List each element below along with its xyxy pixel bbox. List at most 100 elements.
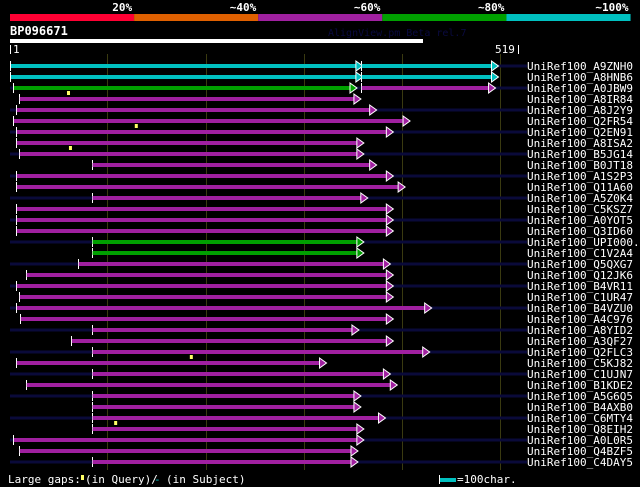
hit-end-arrow [385, 291, 395, 303]
hit-end-arrow [490, 71, 500, 83]
hit-end-arrow [356, 434, 365, 446]
hit-segment[interactable] [361, 64, 492, 68]
identity-scale-segment [506, 14, 631, 21]
hit-end-arrow [385, 313, 395, 325]
hit-segment[interactable] [71, 339, 387, 343]
hit-end-arrow [385, 203, 395, 215]
query-end-label: 519 [495, 43, 515, 56]
hit-segment[interactable] [92, 416, 379, 420]
hit-end-arrow [356, 236, 365, 248]
query-name: BP096671 [10, 24, 68, 38]
hit-end-arrow [385, 269, 395, 281]
hit-segment[interactable] [92, 163, 370, 167]
legend-scale-label: =100char. [457, 473, 517, 486]
hit-segment[interactable] [16, 185, 399, 189]
alignment-row[interactable]: UniRef100_C4DAY5 [10, 456, 633, 469]
hit-segment[interactable] [13, 86, 350, 90]
hit-end-arrow [319, 357, 328, 369]
hit-segment[interactable] [16, 229, 387, 233]
hit-end-arrow [382, 368, 392, 380]
hit-end-arrow [350, 445, 359, 457]
hit-segment[interactable] [19, 295, 387, 299]
hit-end-arrow [369, 159, 378, 171]
hit-name[interactable]: UniRef100_C4DAY5 [527, 456, 633, 469]
hit-end-arrow [490, 60, 500, 72]
query-bar [10, 39, 423, 43]
identity-scale-label: ~100% [595, 1, 628, 14]
hit-end-arrow [350, 456, 359, 468]
identity-scale-label: ~40% [230, 1, 257, 14]
hit-segment[interactable] [92, 196, 361, 200]
hit-segment[interactable] [16, 306, 425, 310]
query-gap-marker [68, 146, 72, 150]
hit-segment[interactable] [19, 97, 354, 101]
hit-segment[interactable] [11, 75, 356, 79]
hit-segment[interactable] [92, 328, 352, 332]
hit-end-arrow [422, 346, 431, 358]
hit-segment[interactable] [13, 119, 404, 123]
hit-segment[interactable] [16, 218, 387, 222]
query-gap-marker [134, 124, 138, 128]
legend-dash: - [154, 473, 161, 486]
hit-segment[interactable] [78, 262, 384, 266]
hit-end-arrow [424, 302, 433, 314]
scale-bar [440, 478, 456, 482]
hit-segment[interactable] [361, 86, 489, 90]
identity-scale-segment [134, 14, 259, 21]
identity-scale-label: ~60% [354, 1, 381, 14]
hit-end-arrow [353, 93, 362, 105]
identity-scale-segment [10, 14, 135, 21]
hit-segment[interactable] [361, 75, 492, 79]
hit-segment[interactable] [16, 207, 387, 211]
query-gap-marker [66, 91, 70, 95]
identity-scale-segment [258, 14, 383, 21]
hit-end-arrow [385, 126, 395, 138]
identity-scale-segment [382, 14, 507, 21]
identity-scale-label: ~80% [478, 1, 505, 14]
hit-segment[interactable] [16, 284, 387, 288]
hit-segment[interactable] [16, 141, 357, 145]
hit-segment[interactable] [19, 449, 351, 453]
legend-in-subject: (in Subject) [166, 473, 245, 486]
hit-end-arrow [353, 401, 362, 413]
hit-end-arrow [397, 181, 406, 193]
alignment-view: 20% ~40% ~60% ~80% ~100% BP096671 AlignView.… [8, 1, 640, 486]
hit-end-arrow [402, 115, 411, 127]
hit-end-arrow [488, 82, 497, 94]
hit-segment[interactable] [92, 372, 384, 376]
hit-segment[interactable] [92, 460, 351, 464]
hit-end-arrow [353, 390, 362, 402]
hit-end-arrow [351, 324, 360, 336]
hit-segment[interactable] [16, 174, 387, 178]
hit-segment[interactable] [92, 240, 357, 244]
hit-segment[interactable] [92, 394, 354, 398]
hit-segment[interactable] [92, 350, 423, 354]
hit-end-arrow [385, 170, 395, 182]
hit-segment[interactable] [26, 273, 387, 277]
hit-end-arrow [356, 247, 365, 259]
hit-end-arrow [385, 214, 395, 226]
hit-end-arrow [385, 280, 395, 292]
hit-segment[interactable] [26, 383, 391, 387]
identity-scale-label: 20% [112, 1, 132, 14]
hit-segment[interactable] [92, 251, 357, 255]
hit-segment[interactable] [13, 438, 357, 442]
hit-end-arrow [389, 379, 399, 391]
hit-segment[interactable] [11, 64, 356, 68]
hit-end-arrow [356, 148, 365, 160]
hit-segment[interactable] [19, 152, 357, 156]
hit-segment[interactable] [92, 405, 354, 409]
hit-end-arrow [349, 82, 358, 94]
hit-end-arrow [356, 137, 365, 149]
legend-in-query: (in Query)/ [85, 473, 158, 486]
hit-segment[interactable] [20, 317, 387, 321]
query-start-label: 1 [13, 43, 20, 56]
hit-segment[interactable] [16, 130, 387, 134]
hit-segment[interactable] [16, 361, 320, 365]
watermark: AlignView.pm Beta rel.7 [328, 28, 466, 39]
hit-segment[interactable] [92, 427, 357, 431]
hit-segment[interactable] [16, 108, 370, 112]
query-gap-marker-icon [81, 475, 84, 480]
hit-end-arrow [356, 423, 365, 435]
legend-large-gaps: Large gaps: [8, 473, 81, 486]
